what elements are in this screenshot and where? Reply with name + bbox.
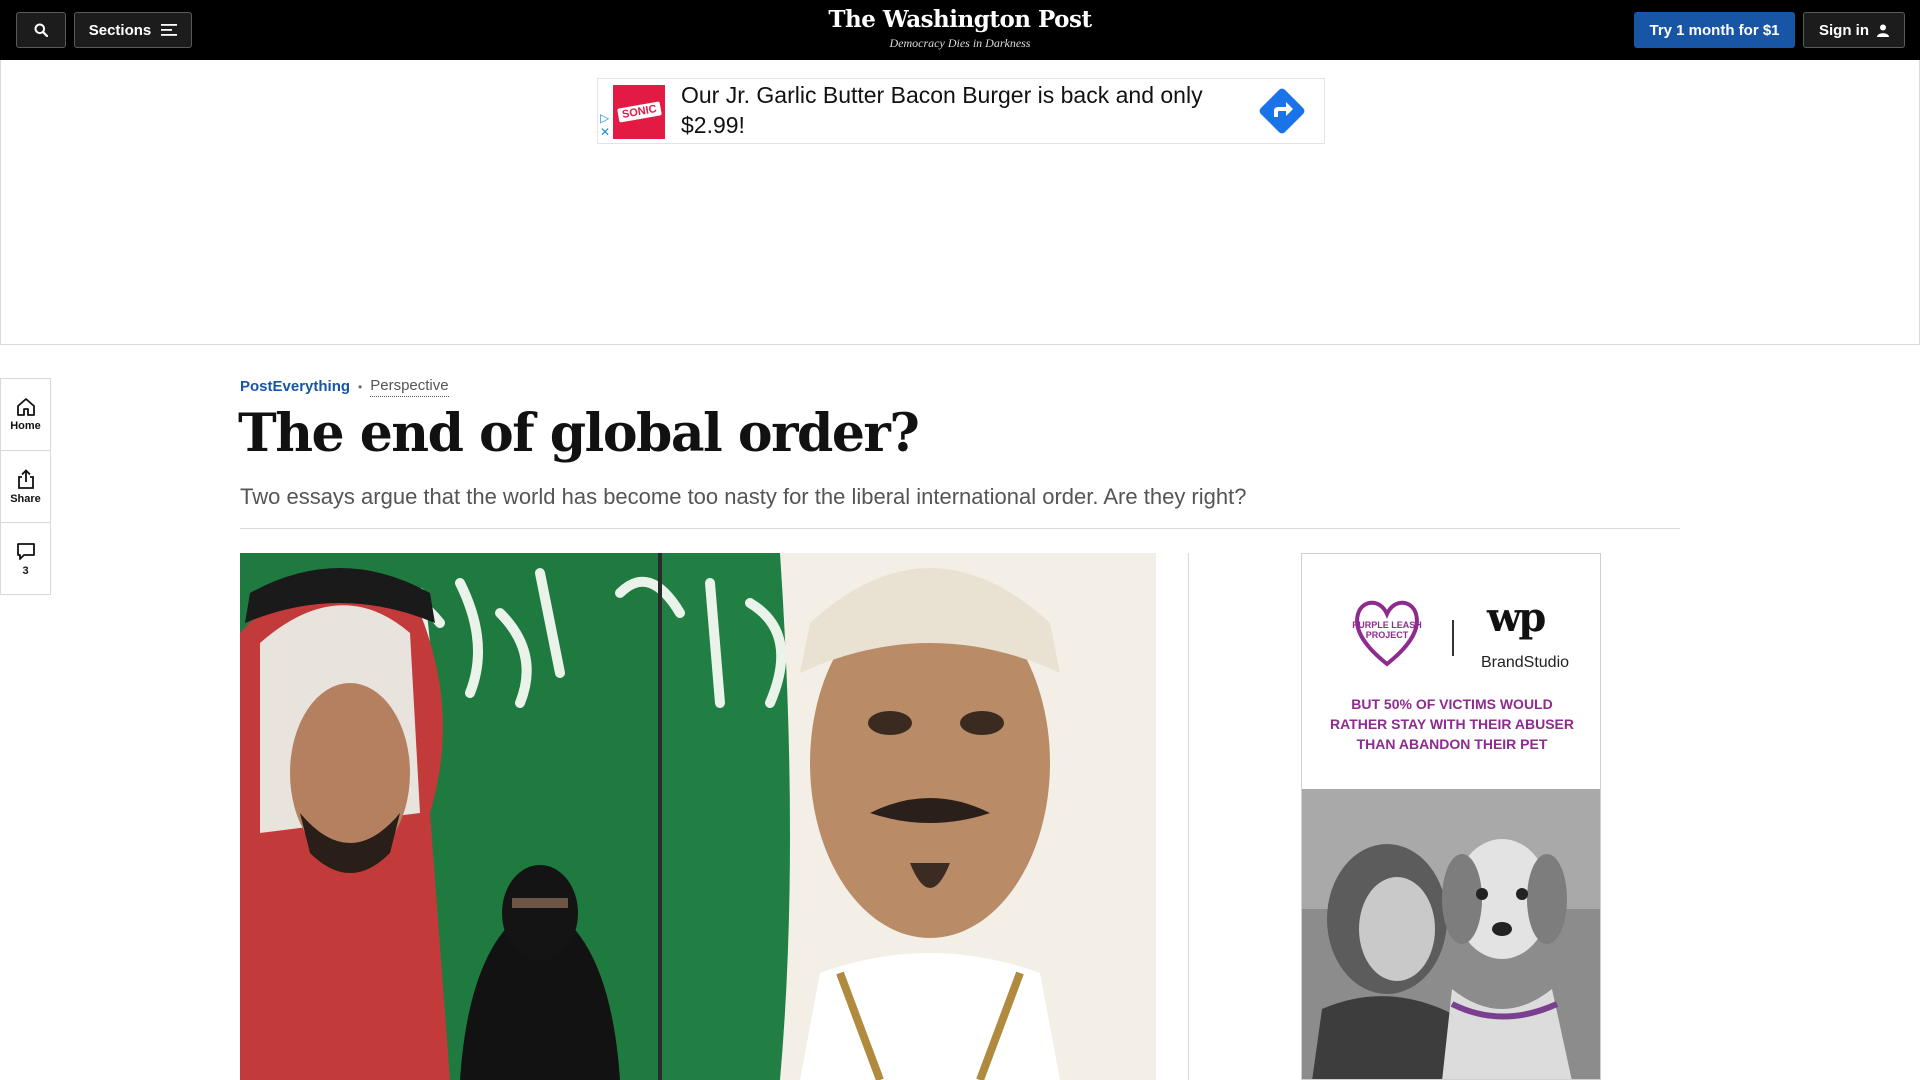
rail-comments-count: 3 (22, 564, 29, 577)
purple-leash-logo-text: PURPLE LEASH PROJECT (1352, 620, 1422, 640)
kicker-separator: • (358, 379, 363, 394)
rail-comments-button[interactable]: 3 (1, 523, 50, 595)
ad-choices-icon[interactable]: ▷ ✕ (600, 111, 610, 139)
perspective-label[interactable]: Perspective (370, 376, 449, 397)
brandstudio-label: BrandStudio (1480, 654, 1570, 671)
article-headline: The end of global order? (238, 403, 920, 464)
woman-and-dog-photo (1302, 789, 1600, 1079)
sonic-banner-ad[interactable]: ▷ ✕ SONIC Our Jr. Garlic Butter Bacon Bur… (597, 78, 1325, 144)
top-navigation-bar: Sections The Washington Post Democracy D… (0, 0, 1920, 60)
side-ad-header: PURPLE LEASH PROJECT wp BrandStudio BUT … (1302, 554, 1600, 794)
column-divider (1188, 553, 1189, 1080)
top-ad-zone: ▷ ✕ SONIC Our Jr. Garlic Butter Bacon Bur… (0, 60, 1920, 345)
sections-label: Sections (88, 21, 152, 39)
masthead-title: The Washington Post (828, 6, 1092, 33)
share-icon (17, 468, 34, 489)
sign-in-button[interactable]: Sign in (1803, 12, 1905, 48)
masthead-tagline: Democracy Dies in Darkness (889, 36, 1031, 50)
menu-icon (161, 24, 178, 36)
side-ad-message: BUT 50% OF VICTIMS WOULD RATHER STAY WIT… (1330, 696, 1574, 752)
article-subheadline: Two essays argue that the world has beco… (240, 484, 1247, 509)
banner-ad-text: Our Jr. Garlic Butter Bacon Burger is ba… (681, 82, 1203, 138)
rail-share-button[interactable]: Share (1, 451, 50, 523)
article-kicker: PostEverything • Perspective (240, 376, 449, 397)
brandstudio-side-ad[interactable]: PURPLE LEASH PROJECT wp BrandStudio BUT … (1301, 553, 1601, 1080)
rail-home-button[interactable]: Home (1, 379, 50, 451)
comment-icon (16, 542, 35, 560)
sign-in-label: Sign in (1819, 21, 1869, 39)
left-action-rail: Home Share 3 (0, 378, 51, 595)
sonic-logo: SONIC (613, 85, 665, 139)
masthead-logo[interactable]: The Washington Post Democracy Dies in Da… (760, 6, 1160, 50)
lead-photo-illustration (240, 553, 1156, 1080)
subscribe-button[interactable]: Try 1 month for $1 (1634, 12, 1795, 48)
search-button[interactable] (16, 12, 66, 48)
wp-logo: wp (1487, 594, 1546, 641)
user-icon (1877, 24, 1889, 37)
directions-arrow-icon[interactable] (1258, 87, 1306, 135)
search-icon (34, 23, 48, 37)
header-divider (240, 528, 1680, 529)
sections-menu-button[interactable]: Sections (74, 12, 192, 48)
rail-share-label: Share (10, 492, 41, 505)
lead-image[interactable] (240, 553, 1156, 1080)
rail-home-label: Home (10, 420, 41, 432)
home-icon (16, 398, 35, 416)
sonic-logo-text: SONIC (616, 101, 662, 123)
section-link[interactable]: PostEverything (240, 377, 350, 397)
side-ad-separator (1452, 620, 1454, 656)
